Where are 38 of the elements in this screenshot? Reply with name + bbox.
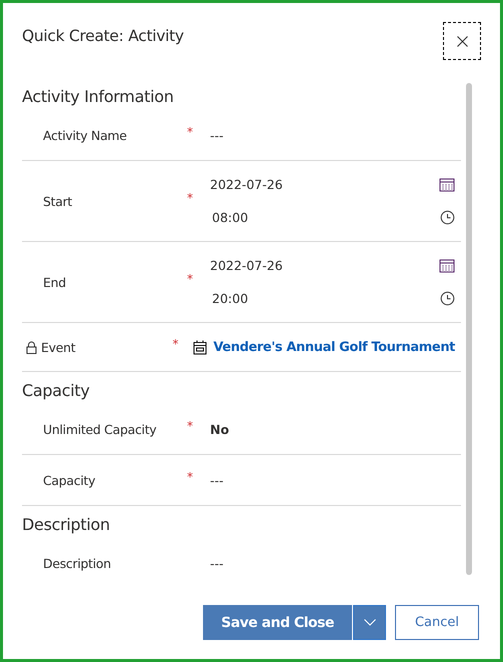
save-and-close-button[interactable]: Save and Close: [203, 605, 352, 640]
section-heading: Activity Information: [22, 86, 175, 108]
time-field[interactable]: 08:00: [210, 210, 248, 225]
close-button[interactable]: [443, 22, 481, 60]
clock-icon[interactable]: [440, 210, 455, 225]
cancel-button[interactable]: Cancel: [395, 605, 479, 640]
field-label: Capacity: [43, 472, 96, 488]
field-label: Start: [43, 194, 72, 208]
field-label: Unlimited Capacity: [43, 422, 156, 436]
field-label: Activity Name: [43, 128, 127, 142]
required-marker: *: [187, 470, 193, 484]
field-value[interactable]: ---: [210, 128, 455, 142]
field-value[interactable]: ---: [210, 556, 455, 570]
field-value[interactable]: No: [210, 422, 455, 436]
required-marker: *: [187, 125, 193, 139]
window-title: Quick Create: Activity: [22, 27, 184, 45]
lock-icon: [26, 340, 37, 354]
required-marker: *: [187, 191, 193, 205]
date-field[interactable]: 2022-07-26: [210, 177, 283, 192]
calendar-icon[interactable]: [439, 258, 455, 273]
required-marker: *: [187, 419, 193, 433]
section-heading: Description: [22, 514, 111, 536]
field-value[interactable]: ---: [210, 472, 455, 488]
event-link[interactable]: Vendere's Annual Golf Tournament: [213, 340, 455, 354]
field-label: Event: [41, 340, 76, 354]
event-icon: [193, 340, 208, 354]
field-label: End: [43, 274, 66, 290]
caret-icon[interactable]: [364, 619, 376, 626]
time-field[interactable]: 20:00: [210, 291, 248, 306]
close-icon[interactable]: [456, 36, 468, 46]
calendar-icon[interactable]: [439, 177, 455, 192]
section-heading: Capacity: [22, 380, 91, 402]
clock-icon[interactable]: [440, 291, 455, 306]
date-field[interactable]: 2022-07-26: [210, 258, 283, 273]
field-label: Description: [43, 556, 111, 570]
scrollbar[interactable]: [466, 83, 472, 575]
required-marker: *: [187, 272, 193, 286]
required-marker: *: [172, 337, 178, 351]
